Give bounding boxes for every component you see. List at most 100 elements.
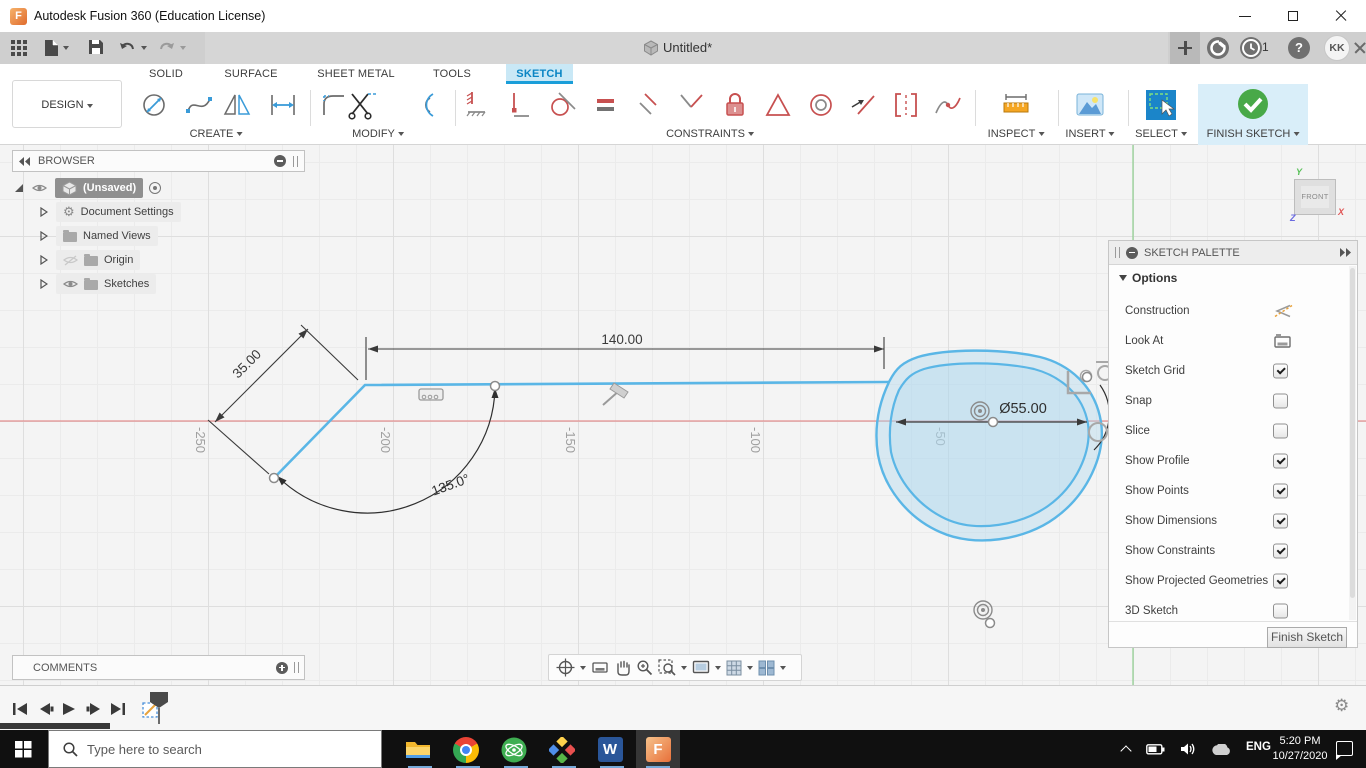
symmetry-constraint-icon[interactable] <box>892 90 920 120</box>
redo-dropdown-caret[interactable] <box>180 46 186 50</box>
redo-icon[interactable] <box>158 41 175 55</box>
zoom-window-caret[interactable] <box>681 665 687 670</box>
sketch-line[interactable] <box>273 380 890 479</box>
browser-item-origin[interactable]: Origin <box>40 249 141 271</box>
palette-row-show-projected[interactable]: Show Projected Geometries <box>1109 569 1357 593</box>
view-cube-front-face[interactable]: FRONT <box>1294 179 1336 215</box>
viewports-icon[interactable] <box>758 660 775 676</box>
browser-panel-header[interactable]: BROWSER <box>12 150 305 172</box>
browser-drag-handle[interactable] <box>293 155 298 167</box>
dimension-diameter-text[interactable]: Ø55.00 <box>999 401 1047 417</box>
viewports-caret[interactable] <box>780 665 786 670</box>
horizontal-constraint-glyph[interactable] <box>418 388 444 401</box>
timeline-gear-icon[interactable]: ⚙ <box>1334 696 1349 716</box>
fix-constraint-icon[interactable] <box>721 90 749 120</box>
timeline-skip-end-button[interactable] <box>110 702 126 716</box>
eye-icon[interactable] <box>32 183 47 193</box>
document-tab[interactable]: Untitled* <box>205 32 1366 64</box>
coincident-constraint-icon[interactable] <box>465 90 491 120</box>
group-create[interactable]: CREATE <box>190 128 243 140</box>
app-grid-icon[interactable] <box>10 39 28 57</box>
zoom-icon[interactable] <box>636 659 653 676</box>
show-hidden-icons-chevron[interactable] <box>1120 745 1132 757</box>
trim-tool-icon[interactable] <box>348 90 378 120</box>
sketch-point-center[interactable] <box>987 416 999 428</box>
activate-radio-icon[interactable] <box>149 182 162 194</box>
canvas-viewport[interactable]: -250 -200 -150 -100 -50 50 140.00 <box>0 145 1366 685</box>
view-cube[interactable]: FRONT Y X Z <box>1290 167 1348 223</box>
options-section-header[interactable]: Options <box>1119 271 1177 285</box>
undo-icon[interactable] <box>119 41 136 55</box>
sketch-point[interactable] <box>489 380 501 392</box>
offset-tool-icon[interactable] <box>408 90 438 120</box>
start-button-icon[interactable] <box>15 741 32 758</box>
timeline-scrollbar-thumb[interactable] <box>0 723 110 729</box>
show-profile-checkbox[interactable] <box>1273 453 1288 469</box>
browser-item-document-settings[interactable]: ⚙ Document Settings <box>40 201 181 223</box>
3d-sketch-checkbox[interactable] <box>1273 603 1288 619</box>
timeline-step-forward-button[interactable] <box>86 702 102 716</box>
word-icon[interactable]: W <box>588 735 632 764</box>
maximize-button[interactable] <box>1270 0 1316 32</box>
chrome-icon[interactable] <box>444 735 488 764</box>
collapsed-arrow-icon[interactable] <box>40 207 48 217</box>
midpoint-constraint-icon[interactable] <box>764 90 792 120</box>
timeline-play-button[interactable] <box>62 702 76 716</box>
mirror-tool-icon[interactable] <box>222 90 252 120</box>
tab-solid[interactable]: SOLID <box>143 64 189 84</box>
equal-constraint-icon[interactable] <box>593 90 619 120</box>
group-inspect[interactable]: INSPECT <box>988 128 1045 140</box>
minimize-button[interactable] <box>1222 0 1268 32</box>
dimension-35[interactable] <box>207 324 359 475</box>
tray-clock[interactable]: 5:20 PM 10/27/2020 <box>1268 734 1332 764</box>
notification-clock-icon[interactable] <box>1240 37 1262 59</box>
user-avatar[interactable]: KK <box>1324 35 1350 61</box>
palette-row-show-constraints[interactable]: Show Constraints <box>1109 539 1357 563</box>
sketch-grid-checkbox[interactable] <box>1273 363 1288 379</box>
comments-drag-handle[interactable] <box>294 662 299 673</box>
new-tab-button[interactable] <box>1170 32 1200 64</box>
green-app-icon[interactable] <box>492 735 536 764</box>
palette-collapse-icon[interactable] <box>1126 246 1138 259</box>
action-center-icon[interactable] <box>1336 741 1353 760</box>
show-projected-geometries-checkbox[interactable] <box>1273 573 1288 589</box>
display-settings-icon[interactable] <box>692 660 710 675</box>
group-constraints[interactable]: CONSTRAINTS <box>666 128 754 140</box>
grid-caret[interactable] <box>747 665 753 670</box>
concentric-constraint-icon[interactable] <box>807 90 835 120</box>
measure-tool-icon[interactable] <box>1001 90 1031 120</box>
show-points-checkbox[interactable] <box>1273 483 1288 499</box>
palette-row-sketch-grid[interactable]: Sketch Grid <box>1109 359 1357 383</box>
dimension-angle-text[interactable]: 135.0° <box>429 471 471 498</box>
browser-item-sketches[interactable]: Sketches <box>40 273 157 295</box>
horizontal-vertical-constraint-icon[interactable] <box>506 90 532 120</box>
constraint-glyph-marker[interactable] <box>602 382 629 406</box>
tab-tools[interactable]: TOOLS <box>427 64 477 84</box>
add-comment-icon[interactable] <box>276 661 288 674</box>
undo-dropdown-caret[interactable] <box>141 46 147 50</box>
collapsed-arrow-icon[interactable] <box>40 231 48 241</box>
tangent-constraint-icon[interactable] <box>549 90 577 120</box>
palette-row-slice[interactable]: Slice <box>1109 419 1357 443</box>
dimension-140-text[interactable]: 140.00 <box>601 332 642 347</box>
grid-settings-icon[interactable] <box>726 660 742 676</box>
palette-row-show-profile[interactable]: Show Profile <box>1109 449 1357 473</box>
tab-surface[interactable]: SURFACE <box>219 64 283 84</box>
root-document-label[interactable]: (Unsaved) <box>55 178 144 198</box>
sketch-point[interactable] <box>1081 371 1093 383</box>
expanded-arrow-icon[interactable] <box>14 183 24 193</box>
timeline-sketch-feature-marker[interactable] <box>140 690 174 726</box>
onedrive-cloud-icon[interactable] <box>1210 744 1232 756</box>
look-at-icon[interactable] <box>1273 334 1292 349</box>
tab-sketch[interactable]: SKETCH <box>506 64 573 84</box>
palette-row-snap[interactable]: Snap <box>1109 389 1357 413</box>
eye-hidden-icon[interactable] <box>63 254 78 266</box>
group-modify[interactable]: MODIFY <box>352 128 404 140</box>
collinear-constraint-icon[interactable] <box>849 90 877 120</box>
zoom-window-icon[interactable] <box>658 659 676 676</box>
browser-collapse-icon[interactable] <box>274 155 286 167</box>
circle-tool-icon[interactable] <box>139 90 169 120</box>
collapse-right-icon[interactable] <box>1339 248 1351 257</box>
palette-row-3d-sketch[interactable]: 3D Sketch <box>1109 599 1357 623</box>
fillet-tool-icon[interactable] <box>319 90 349 120</box>
